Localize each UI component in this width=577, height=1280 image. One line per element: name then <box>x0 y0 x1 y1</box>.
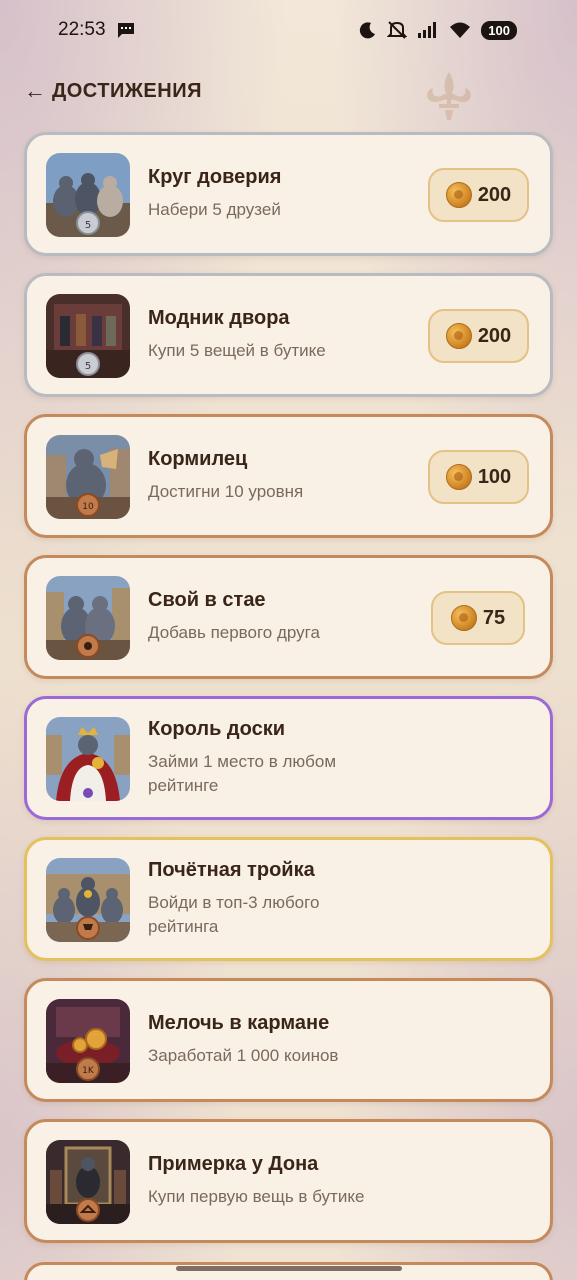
reward-amount: 100 <box>477 465 512 488</box>
mute-icon <box>387 21 408 39</box>
back-arrow-icon[interactable]: ← <box>24 78 46 104</box>
coin-icon <box>450 605 477 631</box>
svg-text:1K: 1K <box>82 1066 95 1076</box>
achievement-desc: Купи 5 вещей в бутике <box>148 341 326 360</box>
reward-badge[interactable]: 200 <box>428 168 529 222</box>
page-header: ← ДОСТИЖЕНИЯ <box>24 76 202 106</box>
message-icon <box>117 23 134 38</box>
achievement-image: 5 <box>46 153 130 237</box>
achievement-card-partial[interactable] <box>24 1262 553 1280</box>
status-bar: 22:53 100 <box>0 0 577 60</box>
reward-badge[interactable]: 75 <box>431 591 525 645</box>
achievement-card[interactable]: 5 Модник двора Купи 5 вещей в бутике 200 <box>24 273 553 397</box>
achievement-desc: Достигни 10 уровня <box>148 482 304 501</box>
reward-badge[interactable]: 100 <box>428 450 529 504</box>
achievement-card[interactable]: Почётная тройка Войди в топ-3 любого рей… <box>24 837 553 961</box>
achievement-name: Мелочь в кармане <box>148 1012 330 1034</box>
achievement-desc: Набери 5 друзей <box>148 200 281 219</box>
status-time: 22:53 <box>58 19 106 40</box>
signal-icon <box>418 22 437 38</box>
reward-amount: 200 <box>477 183 512 206</box>
achievement-image <box>46 1140 130 1224</box>
achievement-image: 1K <box>46 999 130 1083</box>
achievement-card[interactable]: 1K Мелочь в кармане Заработай 1 000 коин… <box>24 978 553 1102</box>
achievement-name: Примерка у Дона <box>148 1153 319 1175</box>
achievement-card[interactable]: Свой в стае Добавь первого друга 75 <box>24 555 553 679</box>
coin-icon <box>445 323 472 349</box>
achievement-card[interactable]: Король доски Займи 1 место в любом рейти… <box>24 696 553 820</box>
achievement-desc: Войди в топ-3 любого рейтинга <box>148 893 320 936</box>
achievement-card[interactable]: Примерка у Дона Купи первую вещь в бутик… <box>24 1119 553 1243</box>
fleur-de-lis-icon <box>427 72 471 120</box>
achievement-name: Почётная тройка <box>148 859 315 881</box>
achievement-desc: Займи 1 место в любом рейтинге <box>148 752 337 795</box>
page-title: ДОСТИЖЕНИЯ <box>52 79 202 102</box>
achievement-image <box>46 717 130 801</box>
achievement-desc: Добавь первого друга <box>148 623 320 642</box>
wifi-icon <box>450 22 471 38</box>
svg-text:5: 5 <box>85 361 91 372</box>
achievement-card[interactable]: 10 Кормилец Достигни 10 уровня 100 <box>24 414 553 538</box>
battery-indicator: 100 <box>481 20 517 40</box>
achievements-list: 5 Круг доверия Набери 5 друзей 200 5 Мод… <box>24 132 553 1260</box>
achievement-desc: Купи первую вещь в бутике <box>148 1187 365 1206</box>
achievement-name: Модник двора <box>148 307 290 329</box>
coin-icon <box>445 182 472 208</box>
moon-icon <box>360 22 376 39</box>
achievement-desc: Заработай 1 000 коинов <box>148 1046 339 1065</box>
achievement-image: 5 <box>46 294 130 378</box>
achievement-name: Кормилец <box>148 448 248 470</box>
svg-text:10: 10 <box>82 502 94 512</box>
coin-icon <box>445 464 472 490</box>
achievement-name: Круг доверия <box>148 166 282 188</box>
achievement-card[interactable]: 5 Круг доверия Набери 5 друзей 200 <box>24 132 553 256</box>
reward-amount: 75 <box>482 606 506 629</box>
reward-badge[interactable]: 200 <box>428 309 529 363</box>
achievement-name: Король доски <box>148 718 285 740</box>
achievement-name: Свой в стае <box>148 589 266 611</box>
svg-text:5: 5 <box>85 220 91 231</box>
home-indicator[interactable] <box>176 1266 402 1271</box>
reward-amount: 200 <box>477 324 512 347</box>
achievement-image <box>46 858 130 942</box>
achievement-image: 10 <box>46 435 130 519</box>
achievement-image <box>46 576 130 660</box>
